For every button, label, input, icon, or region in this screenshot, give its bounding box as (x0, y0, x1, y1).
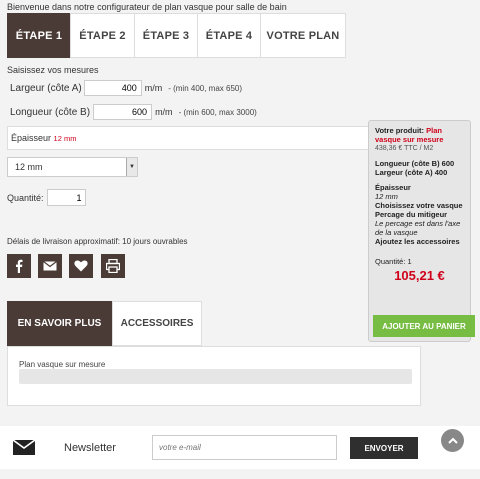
epaisseur-value: 12 mm (53, 134, 77, 143)
largeur-input[interactable] (83, 80, 142, 96)
tab-step-1[interactable]: ÉTAPE 1 (7, 13, 70, 58)
summary-longueur: Longueur (côte B) 600 (375, 159, 455, 168)
add-to-cart-button[interactable]: AJOUTER AU PANIER (373, 315, 475, 337)
heart-icon[interactable] (69, 254, 93, 278)
tab-en-savoir-plus[interactable]: EN SAVOIR PLUS (7, 301, 112, 346)
summary-choose-vasque: Choisissez votre vasque (375, 201, 463, 210)
product-label: Votre produit: (375, 126, 425, 135)
select-value: 12 mm (15, 162, 43, 172)
largeur-hint: - (min 400, max 650) (168, 83, 243, 93)
info-tabs: EN SAVOIR PLUS ACCESSOIRES (7, 301, 202, 346)
summary-epaisseur-value: 12 mm (375, 192, 398, 201)
newsletter-footer: Newsletter ENVOYER (0, 426, 480, 469)
envelope-icon (13, 440, 35, 455)
tab-content-text: Plan vasque sur mesure (19, 360, 106, 369)
summary-percage-note: Le percage est dans l'axe de la vasque (375, 219, 461, 237)
largeur-row: Largeur (côte A) m/m - (min 400, max 650… (10, 80, 242, 96)
product-price-line: 438,36 € TTC / M2 (375, 145, 434, 152)
summary-epaisseur-label: Épaisseur (375, 183, 411, 192)
intro-text: Bienvenue dans notre configurateur de pl… (7, 2, 287, 12)
tab-content-panel: Plan vasque sur mesure (7, 346, 421, 406)
newsletter-submit-button[interactable]: ENVOYER (350, 437, 418, 459)
quantity-input[interactable] (46, 189, 86, 206)
tab-votre-plan[interactable]: VOTRE PLAN (260, 13, 346, 58)
print-icon[interactable] (101, 254, 125, 278)
tab-content-bar (19, 369, 412, 384)
quantity-label: Quantité: (7, 192, 44, 203)
summary-percage: Percage du mitigeur (375, 210, 448, 219)
largeur-label: Largeur (côte A) (10, 82, 82, 94)
chevron-down-icon: ▼ (126, 158, 137, 176)
quantity-row: Quantité: (7, 189, 86, 206)
summary-accessoires: Ajoutez les accessoires (375, 237, 460, 246)
longueur-row: Longueur (côte B) m/m - (min 600, max 30… (10, 104, 257, 120)
longueur-unit: m/m (155, 107, 173, 117)
mail-icon[interactable] (38, 254, 62, 278)
newsletter-label: Newsletter (64, 442, 116, 454)
summary-largeur: Largeur (côte A) 400 (375, 168, 448, 177)
tab-step-3[interactable]: ÉTAPE 3 (134, 13, 197, 58)
tab-accessoires[interactable]: ACCESSOIRES (112, 301, 202, 346)
back-to-top-button[interactable] (441, 429, 464, 452)
facebook-icon[interactable] (7, 254, 31, 278)
longueur-hint: - (min 600, max 3000) (178, 107, 257, 117)
chevron-up-icon (447, 437, 458, 444)
longueur-input[interactable] (93, 104, 153, 120)
newsletter-email-input[interactable] (152, 435, 337, 460)
epaisseur-box: Épaisseur 12 mm (7, 126, 369, 150)
longueur-label: Longueur (côte B) (10, 106, 91, 118)
epaisseur-label: Épaisseur (11, 133, 52, 143)
product-price: 105,21 € (394, 268, 445, 283)
delivery-delay: Délais de livraison approximatif: 10 jou… (7, 237, 188, 246)
measures-title: Saisissez vos mesures (7, 65, 99, 75)
steps-tabs: ÉTAPE 1 ÉTAPE 2 ÉTAPE 3 ÉTAPE 4 VOTRE PL… (7, 13, 346, 58)
tab-step-4[interactable]: ÉTAPE 4 (197, 13, 260, 58)
summary-quantite: Quantité: 1 (375, 257, 412, 266)
epaisseur-select[interactable]: 12 mm ▼ (7, 157, 138, 177)
tab-step-2[interactable]: ÉTAPE 2 (70, 13, 134, 58)
product-summary: Votre produit: Plan vasque sur mesure 43… (368, 120, 471, 342)
largeur-unit: m/m (144, 83, 163, 93)
